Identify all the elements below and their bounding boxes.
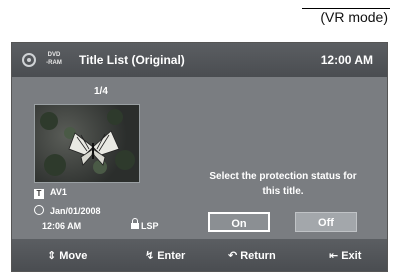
flower-shape — [44, 154, 66, 176]
footer-bar: ⇕ Move ↯ Enter ↶ Return ⇤ Exit — [12, 239, 387, 271]
return-hint[interactable]: ↶ Return — [228, 249, 276, 262]
date-row: Jan/01/2008 — [34, 205, 101, 216]
return-icon: ↶ — [228, 250, 238, 262]
protect-off-button[interactable]: Off — [295, 212, 357, 232]
title-list-screen: DVD -RAM Title List (Original) 12:00 AM … — [11, 42, 388, 272]
mode-label: (VR mode) — [320, 9, 388, 25]
source-t-icon: T — [34, 189, 44, 199]
move-label: Move — [59, 250, 88, 262]
enter-label: Enter — [157, 250, 186, 262]
page-indicator: 1/4 — [94, 86, 108, 97]
updown-arrows-icon: ⇕ — [47, 250, 57, 262]
source-row: T AV1 — [34, 187, 67, 199]
title-bar: DVD -RAM Title List (Original) 12:00 AM — [12, 43, 387, 77]
disc-type: DVD -RAM — [41, 51, 67, 67]
title-thumbnail[interactable] — [34, 104, 140, 183]
protect-on-button[interactable]: On — [208, 212, 270, 232]
flower-shape — [40, 112, 58, 130]
source-label: AV1 — [50, 187, 67, 197]
record-time: 12:06 AM — [42, 221, 82, 231]
disc-type-label: DVD -RAM — [46, 52, 62, 66]
exit-hint[interactable]: ⇤ Exit — [329, 249, 361, 262]
record-mode: LSP — [141, 221, 159, 231]
time-row: 12:06 AM — [42, 221, 81, 231]
exit-icon: ⇤ — [329, 250, 339, 262]
enter-hint[interactable]: ↯ Enter — [145, 249, 185, 262]
move-hint: ⇕ Move — [47, 249, 87, 262]
exit-label: Exit — [341, 250, 362, 262]
unlock-icon — [131, 218, 139, 229]
protection-prompt: Select the protection status for this ti… — [209, 171, 357, 197]
page-title: Title List (Original) — [79, 53, 185, 67]
butterfly-image — [40, 109, 135, 176]
record-mode-row: LSP — [131, 218, 159, 231]
flower-shape — [107, 109, 123, 125]
butterfly — [68, 130, 120, 166]
record-date: Jan/01/2008 — [50, 206, 101, 216]
clock: 12:00 AM — [320, 53, 373, 67]
disc-icon — [22, 53, 36, 67]
flower-shape — [115, 150, 135, 170]
clock-icon — [34, 205, 44, 215]
return-label: Return — [240, 250, 276, 262]
mode-label-area: (VR mode) — [0, 0, 396, 34]
enter-icon: ↯ — [145, 250, 155, 262]
